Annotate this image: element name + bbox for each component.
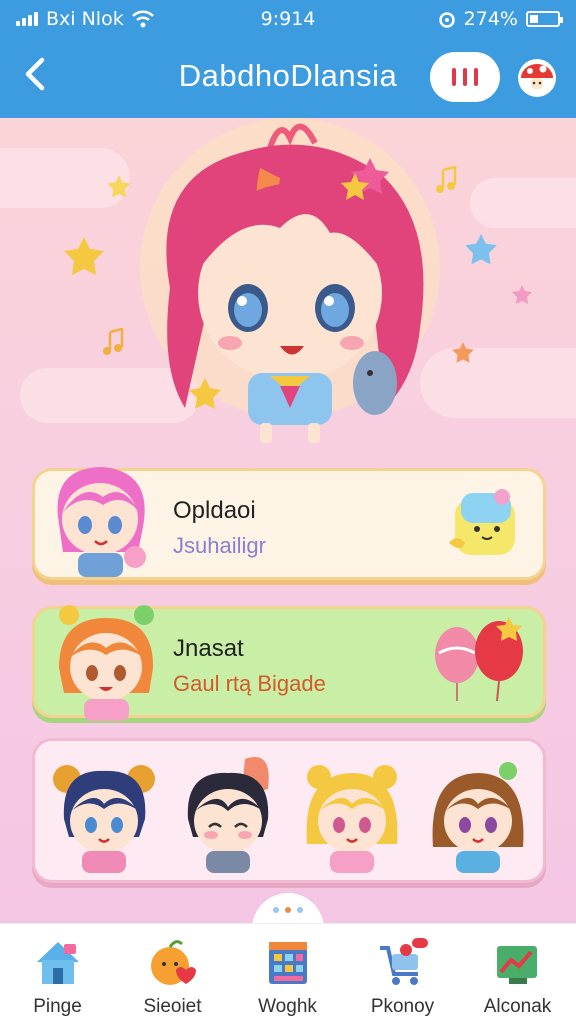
jelly-character-icon	[449, 489, 515, 555]
card-subtitle: Gaul rtą Bigade	[173, 671, 326, 696]
star-decoration-icon	[64, 237, 104, 275]
building-icon	[269, 942, 307, 984]
app-bar: DabdhoDlansia	[0, 38, 576, 118]
bottom-tab-bar: Pinge Sieoiet Woghk Pkonoy Alconak	[0, 923, 576, 1024]
page-dot[interactable]	[273, 907, 279, 913]
menu-bar-icon	[452, 68, 456, 86]
battery-percent: 274%	[463, 8, 518, 30]
page-dot-active[interactable]	[285, 907, 291, 913]
character-avatar	[187, 757, 269, 873]
tab-label: Sieoiet	[143, 996, 202, 1017]
mushroom-avatar-icon	[518, 59, 556, 97]
character-avatar	[306, 765, 398, 873]
tab-label: Woghk	[258, 996, 317, 1017]
music-note-icon	[103, 328, 124, 355]
cloud-decoration	[470, 178, 576, 228]
hero-character-illustration	[140, 118, 440, 443]
status-bar: Bxi Nlok 9:914 274%	[0, 0, 576, 38]
star-decoration-icon	[512, 285, 532, 304]
card-title: Jnasat	[173, 635, 244, 662]
character-gallery-card[interactable]	[32, 738, 546, 883]
battery-icon	[526, 11, 563, 27]
profile-avatar-button[interactable]	[516, 56, 558, 98]
main-content: Opldaoi Jsuhailigr Jnasat Gaul rtą Bigad…	[0, 118, 576, 923]
card-subtitle: Jsuhailigr	[173, 533, 266, 558]
balloon-icon	[435, 617, 523, 702]
music-note-icon	[436, 166, 457, 193]
star-decoration-icon	[465, 234, 497, 265]
star-decoration-icon	[452, 342, 474, 363]
character-avatar	[53, 765, 155, 873]
tab-account[interactable]: Alconak	[460, 924, 575, 1024]
tab-label: Pkonoy	[370, 996, 435, 1017]
menu-bar-icon	[463, 68, 467, 86]
menu-button[interactable]	[430, 52, 500, 102]
pink-hair-character-avatar	[57, 467, 146, 577]
tab-home[interactable]: Pinge	[0, 924, 115, 1024]
shopping-cart-icon	[380, 938, 428, 985]
tab-shop[interactable]: Pkonoy	[345, 924, 460, 1024]
chart-icon	[497, 946, 537, 984]
tab-label: Alconak	[483, 996, 552, 1017]
feature-card-secondary[interactable]: Jnasat Gaul rtą Bigade	[32, 605, 546, 721]
fruit-icon	[151, 940, 196, 985]
star-decoration-icon	[107, 175, 131, 198]
page-indicator	[252, 893, 324, 923]
feature-card-primary[interactable]: Opldaoi Jsuhailigr	[32, 467, 546, 580]
status-right: 274%	[438, 8, 563, 30]
character-avatar	[432, 762, 524, 873]
tab-select[interactable]: Sieoiet	[115, 924, 230, 1024]
orange-hair-character-avatar	[59, 605, 154, 721]
home-icon	[37, 942, 79, 984]
page-dot[interactable]	[297, 907, 303, 913]
alarm-icon	[438, 12, 455, 28]
card-title: Opldaoi	[173, 497, 256, 524]
tab-work[interactable]: Woghk	[230, 924, 345, 1024]
menu-bar-icon	[474, 68, 478, 86]
tab-label: Pinge	[33, 996, 82, 1017]
